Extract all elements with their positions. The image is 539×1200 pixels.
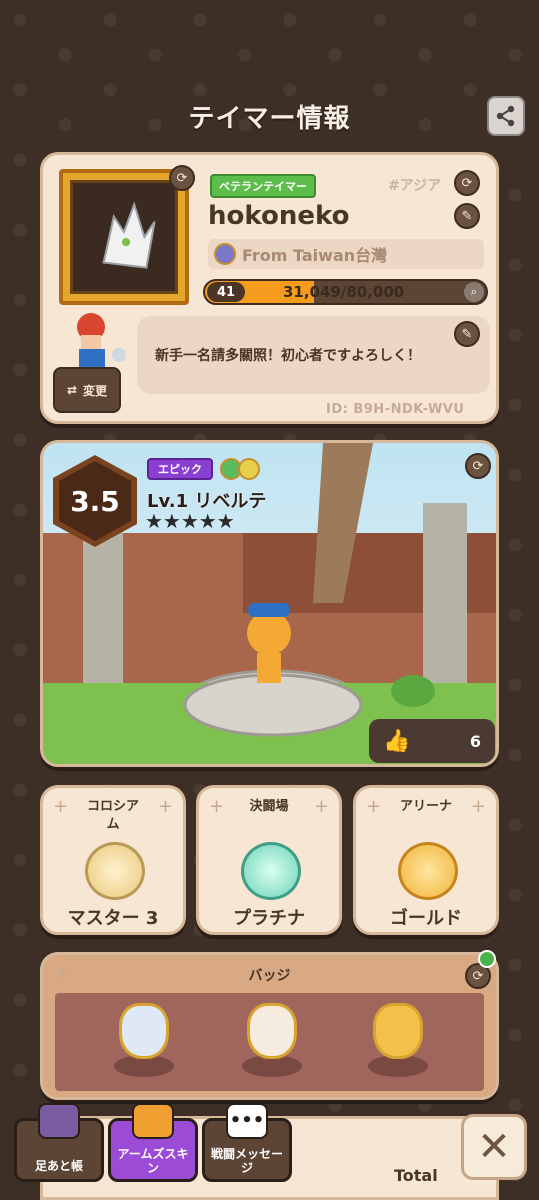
league-title: コロシア ム (86, 799, 139, 832)
league-rank: ゴールド (390, 908, 462, 929)
element-icons (220, 458, 260, 480)
pet-stars: ★★★★★ (145, 509, 235, 533)
close-icon: ✕ (477, 1124, 511, 1170)
edit-name-icon[interactable]: ✎ (454, 203, 480, 229)
badges-card: + バッジ ⟳ (40, 952, 499, 1100)
arms-skin-button[interactable]: アームズスキン (108, 1103, 198, 1182)
speech-bubble-icon: ••• (226, 1103, 268, 1139)
pet-showcase: 3.5 エピック Lv.1 リベルテ ★★★★★ ⟳ 👍 6 (40, 440, 499, 767)
league-colosseum[interactable]: + + コロシア ム マスター 3 (40, 785, 186, 935)
footprint-book-label: 足あと帳 (34, 1159, 83, 1173)
rank-value: 3.5 (59, 461, 131, 541)
like-button[interactable]: 👍 6 (369, 719, 495, 763)
close-button[interactable]: ✕ (461, 1114, 527, 1180)
total-label: Total (394, 1166, 438, 1185)
badge-slot-2[interactable] (239, 1003, 305, 1077)
thumbs-up-icon: 👍 (383, 728, 411, 754)
profile-card: ⟳ ベテランテイマー #アジア ⟳ hokoneko ✎ From Taiwan… (40, 152, 499, 424)
league-arena[interactable]: + + アリーナ ゴールド (353, 785, 499, 935)
from-country: From Taiwan台灣 (208, 239, 484, 269)
badges-title: バッジ (248, 968, 291, 984)
change-label: 変更 (83, 383, 108, 398)
region-label: #アジア (388, 178, 442, 194)
badge-icon (373, 1003, 423, 1059)
master-emblem-icon (85, 842, 145, 900)
title-badge[interactable]: ベテランテイマー (210, 174, 316, 198)
greeting-message: 新手一名請多關照！初心者ですよろしく！ (137, 316, 490, 394)
like-count: 6 (469, 731, 481, 751)
league-duel[interactable]: + + 決闘場 プラチナ (196, 785, 342, 935)
arms-skin-icon (132, 1103, 174, 1139)
country-emblem-icon (214, 243, 236, 265)
league-title: 決闘場 (249, 799, 289, 814)
region-change-icon[interactable]: ⟳ (454, 170, 480, 196)
share-button[interactable] (487, 96, 525, 136)
footprint-book-button[interactable]: 足あと帳 (14, 1103, 104, 1182)
platinum-emblem-icon (241, 842, 301, 900)
change-trainer-button[interactable]: ⇄ 変更 (53, 367, 121, 413)
pet-change-icon[interactable]: ⟳ (465, 453, 491, 479)
notification-dot (478, 950, 496, 968)
league-title: アリーナ (399, 799, 452, 814)
badge-slot-3[interactable] (365, 1003, 431, 1077)
gold-emblem-icon (398, 842, 458, 900)
avatar-edit-icon[interactable]: ⟳ (169, 165, 195, 191)
avatar-frame[interactable] (59, 169, 189, 305)
from-text: From Taiwan台灣 (242, 246, 388, 265)
rarity-tag: エピック (147, 458, 213, 480)
username: hokoneko (208, 201, 350, 231)
avatar (70, 180, 178, 294)
level-badge: 41 (207, 282, 245, 302)
battle-message-button[interactable]: ••• 戦闘メッセージ (202, 1103, 292, 1182)
search-icon[interactable]: ⌕ (464, 282, 484, 302)
player-id[interactable]: ID: B9H-NDK-WVU (326, 402, 464, 417)
light-element-icon (238, 458, 260, 480)
share-icon (496, 105, 515, 127)
footprint-book-icon (38, 1103, 80, 1139)
battle-message-label: 戦闘メッセージ (210, 1147, 283, 1175)
league-rank: マスター 3 (67, 908, 159, 929)
league-rank: プラチナ (233, 908, 305, 929)
page-title: テイマー情報 (188, 104, 351, 134)
exp-text: 31,049/80,000 (283, 283, 405, 301)
swap-icon: ⇄ (66, 383, 78, 397)
arms-skin-label: アームズスキン (117, 1147, 189, 1175)
edit-message-icon[interactable]: ✎ (454, 321, 480, 347)
badge-icon (119, 1003, 169, 1059)
badge-icon (247, 1003, 297, 1059)
exp-bar: 41 31,049/80,000 ⌕ (203, 279, 488, 305)
badge-slot-1[interactable] (111, 1003, 177, 1077)
